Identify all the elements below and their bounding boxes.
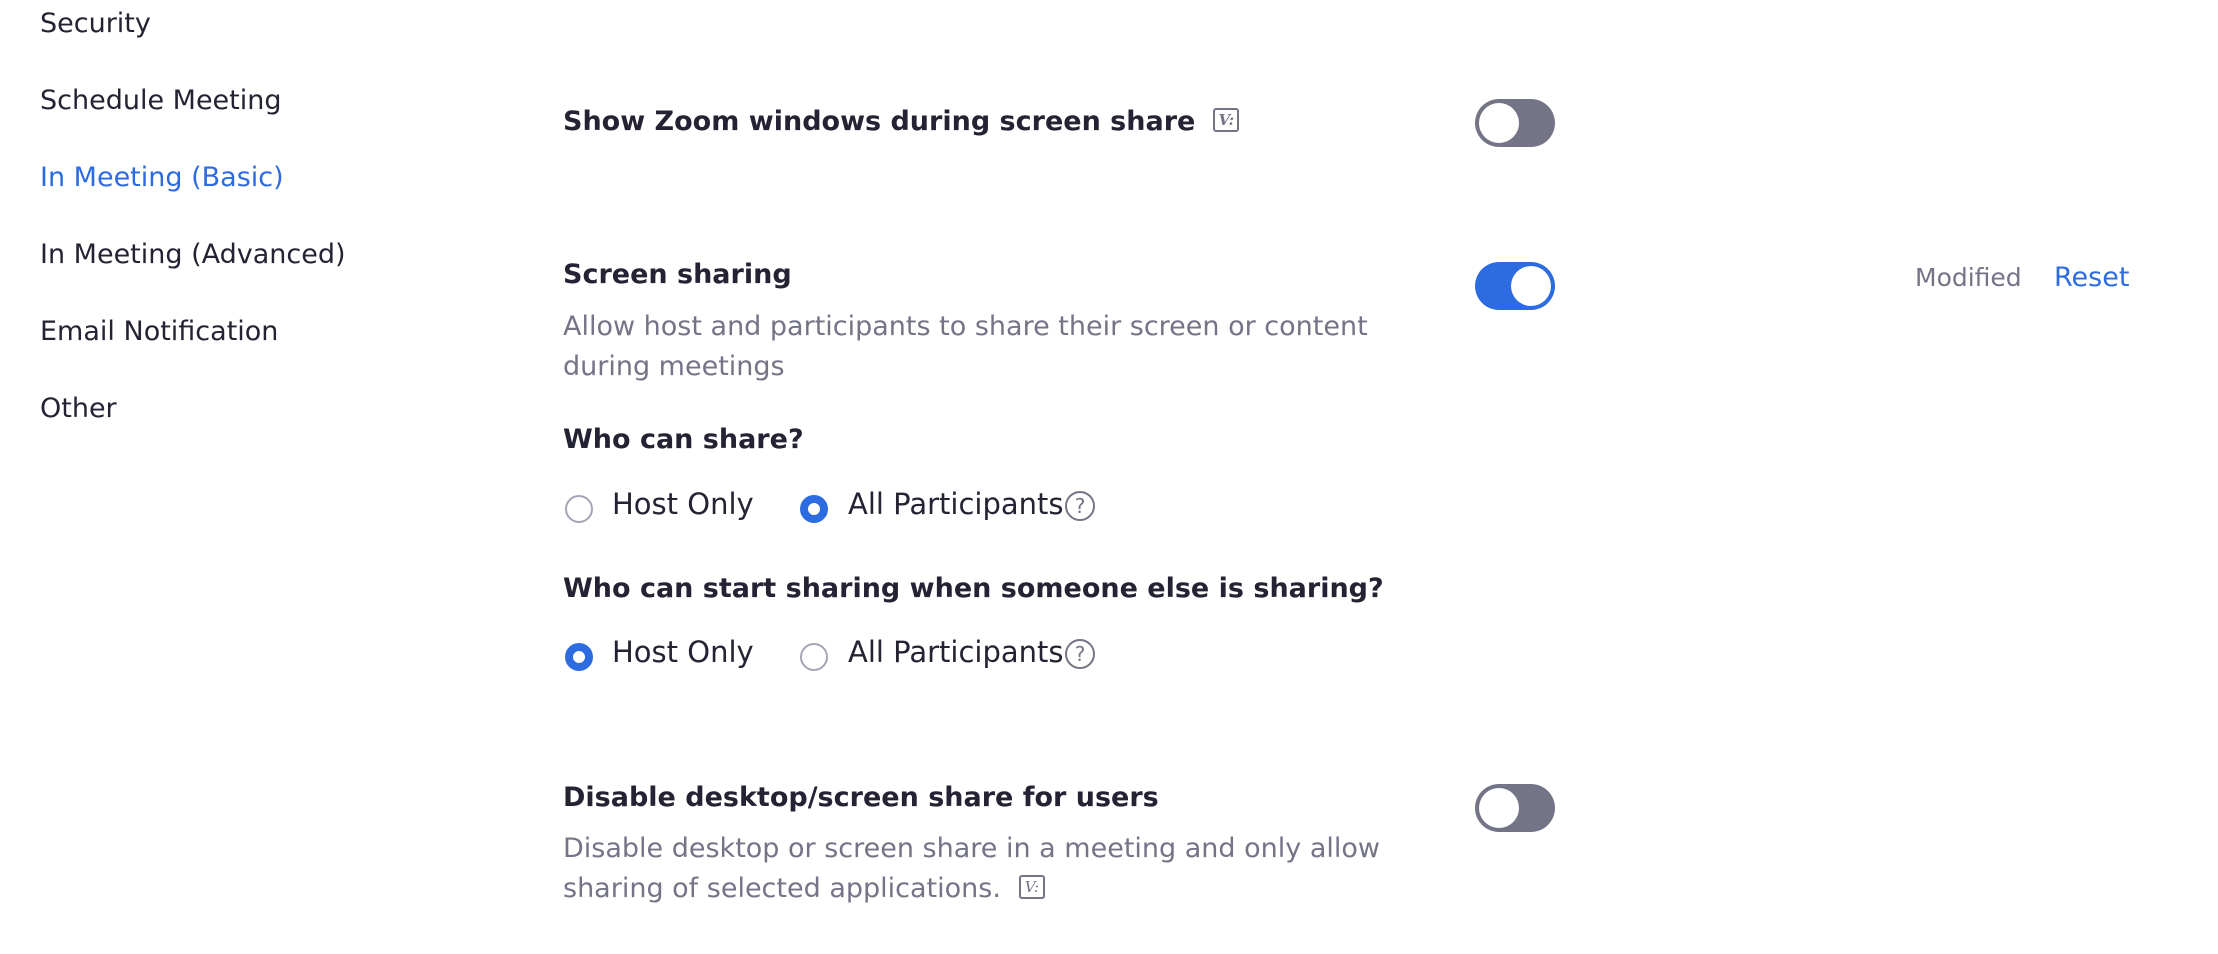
sidebar-item-security[interactable]: Security (40, 8, 151, 39)
screen-sharing-toggle[interactable] (1475, 262, 1555, 310)
sidebar-item-other[interactable]: Other (40, 393, 117, 424)
who-can-share-host-only-label[interactable]: Host Only (612, 487, 754, 521)
who-can-start-all-participants-label[interactable]: All Participants (848, 635, 1064, 669)
sidebar-item-in-meeting-advanced[interactable]: In Meeting (Advanced) (40, 239, 346, 270)
who-can-share-heading: Who can share? (563, 424, 804, 455)
toggle-knob (1479, 103, 1519, 143)
version-icon[interactable]: V: (1018, 874, 1045, 899)
disable-desktop-share-toggle[interactable] (1475, 784, 1555, 832)
show-zoom-windows-toggle[interactable] (1475, 99, 1555, 147)
who-can-start-host-only-radio[interactable] (565, 643, 593, 671)
disable-desktop-share-description-text: Disable desktop or screen share in a mee… (563, 833, 1380, 904)
sidebar-item-in-meeting-basic[interactable]: In Meeting (Basic) (40, 162, 284, 193)
show-zoom-windows-setting: Show Zoom windows during screen share V: (563, 106, 1240, 137)
modified-label: Modified (1915, 263, 2022, 292)
screen-sharing-description: Allow host and participants to share the… (563, 311, 1368, 382)
help-icon[interactable]: ? (1065, 639, 1095, 669)
disable-desktop-share-title: Disable desktop/screen share for users (563, 782, 1159, 813)
help-icon[interactable]: ? (1065, 491, 1095, 521)
sidebar-item-schedule-meeting[interactable]: Schedule Meeting (40, 85, 282, 116)
sidebar-item-email-notification[interactable]: Email Notification (40, 316, 278, 347)
who-can-start-sharing-heading: Who can start sharing when someone else … (563, 573, 1384, 604)
who-can-share-all-participants-label[interactable]: All Participants (848, 487, 1064, 521)
who-can-share-all-participants-radio[interactable] (800, 495, 828, 523)
toggle-knob (1511, 266, 1551, 306)
who-can-start-host-only-label[interactable]: Host Only (612, 635, 754, 669)
show-zoom-windows-title: Show Zoom windows during screen share (563, 106, 1196, 137)
reset-link[interactable]: Reset (2054, 262, 2129, 293)
screen-sharing-title: Screen sharing (563, 259, 792, 290)
version-icon[interactable]: V: (1213, 107, 1240, 132)
disable-desktop-share-description: Disable desktop or screen share in a mee… (563, 829, 1463, 909)
toggle-knob (1479, 788, 1519, 828)
who-can-share-host-only-radio[interactable] (565, 495, 593, 523)
who-can-start-all-participants-radio[interactable] (800, 643, 828, 671)
